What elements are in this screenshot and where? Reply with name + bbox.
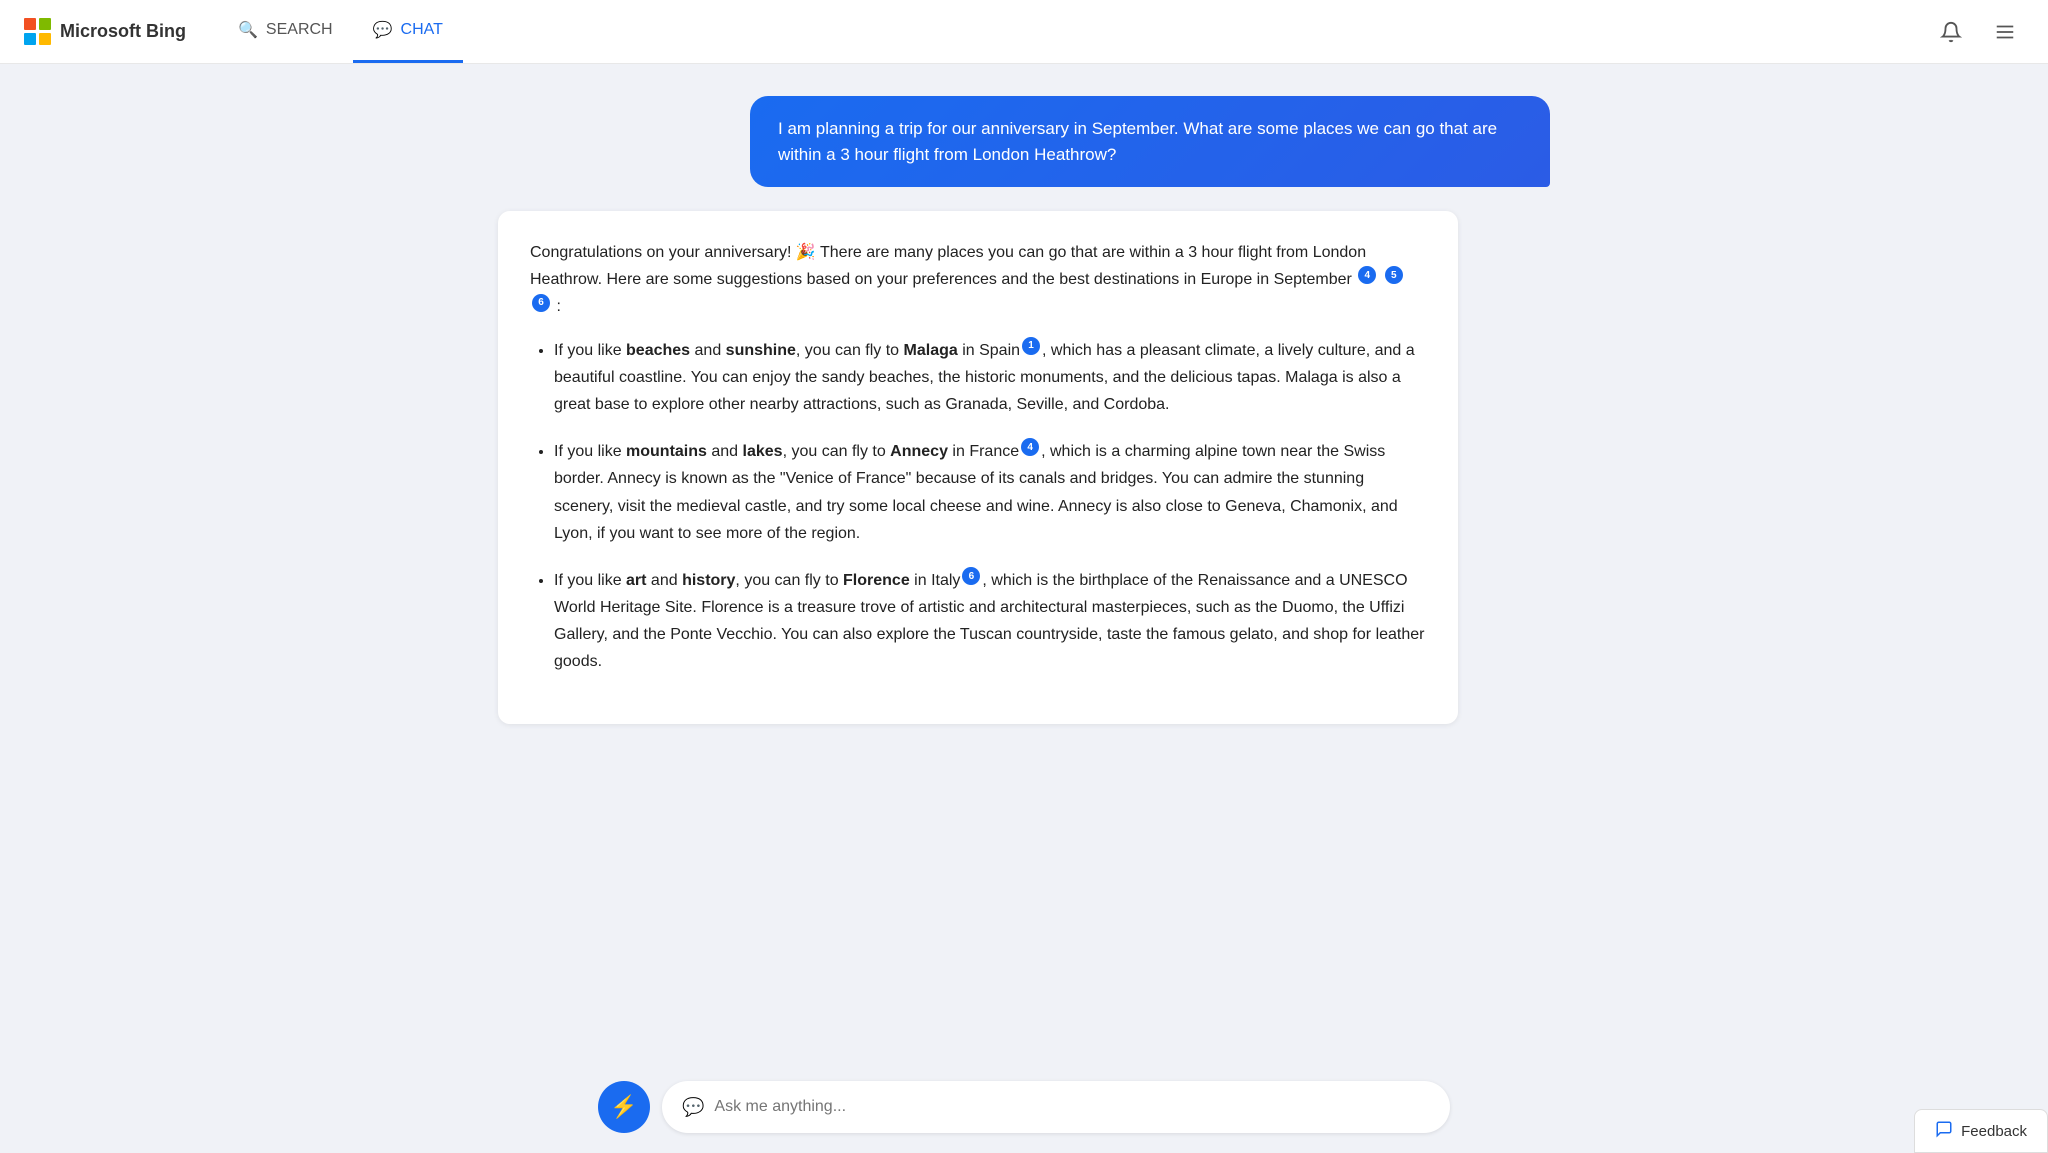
feedback-button[interactable]: Feedback: [1914, 1109, 2048, 1153]
nav-chat-label: CHAT: [401, 21, 443, 39]
input-inner: ⚡ 💬: [574, 1081, 1474, 1133]
main-content: I am planning a trip for our anniversary…: [474, 64, 1574, 1153]
user-message: I am planning a trip for our anniversary…: [750, 96, 1550, 187]
citation-6b[interactable]: 6: [962, 567, 980, 585]
ai-intro: Congratulations on your anniversary! 🎉 T…: [530, 239, 1426, 321]
list-item: If you like art and history, you can fly…: [554, 567, 1426, 676]
input-bar: ⚡ 💬: [0, 1065, 2048, 1153]
copilot-icon: ⚡: [610, 1094, 637, 1120]
nav-search[interactable]: 🔍 SEARCH: [218, 0, 353, 63]
logo[interactable]: Microsoft Bing: [24, 18, 186, 46]
logo-text: Microsoft Bing: [60, 21, 186, 42]
header-actions: [1932, 13, 2024, 51]
ms-logo-icon: [24, 18, 52, 46]
nav-search-label: SEARCH: [266, 21, 333, 39]
nav: 🔍 SEARCH 💬 CHAT: [218, 0, 463, 63]
citation-5[interactable]: 5: [1385, 266, 1403, 284]
citation-1[interactable]: 1: [1022, 337, 1040, 355]
copilot-button[interactable]: ⚡: [598, 1081, 650, 1133]
chat-nav-icon: 💬: [373, 20, 393, 40]
citation-4b[interactable]: 4: [1021, 438, 1039, 456]
ai-response: Congratulations on your anniversary! 🎉 T…: [498, 211, 1458, 724]
search-nav-icon: 🔍: [238, 20, 258, 40]
nav-chat[interactable]: 💬 CHAT: [353, 0, 463, 63]
menu-button[interactable]: [1986, 13, 2024, 51]
input-field-wrap: 💬: [662, 1081, 1450, 1133]
citation-6[interactable]: 6: [532, 294, 550, 312]
citation-4[interactable]: 4: [1358, 266, 1376, 284]
feedback-icon: [1935, 1120, 1953, 1142]
user-message-container: I am planning a trip for our anniversary…: [498, 96, 1550, 187]
chat-input[interactable]: [714, 1098, 1430, 1116]
chat-input-icon: 💬: [682, 1097, 704, 1118]
list-item: If you like mountains and lakes, you can…: [554, 438, 1426, 547]
ai-list: If you like beaches and sunshine, you ca…: [530, 337, 1426, 676]
feedback-label: Feedback: [1961, 1123, 2027, 1140]
notification-button[interactable]: [1932, 13, 1970, 51]
header: Microsoft Bing 🔍 SEARCH 💬 CHAT: [0, 0, 2048, 64]
list-item: If you like beaches and sunshine, you ca…: [554, 337, 1426, 419]
